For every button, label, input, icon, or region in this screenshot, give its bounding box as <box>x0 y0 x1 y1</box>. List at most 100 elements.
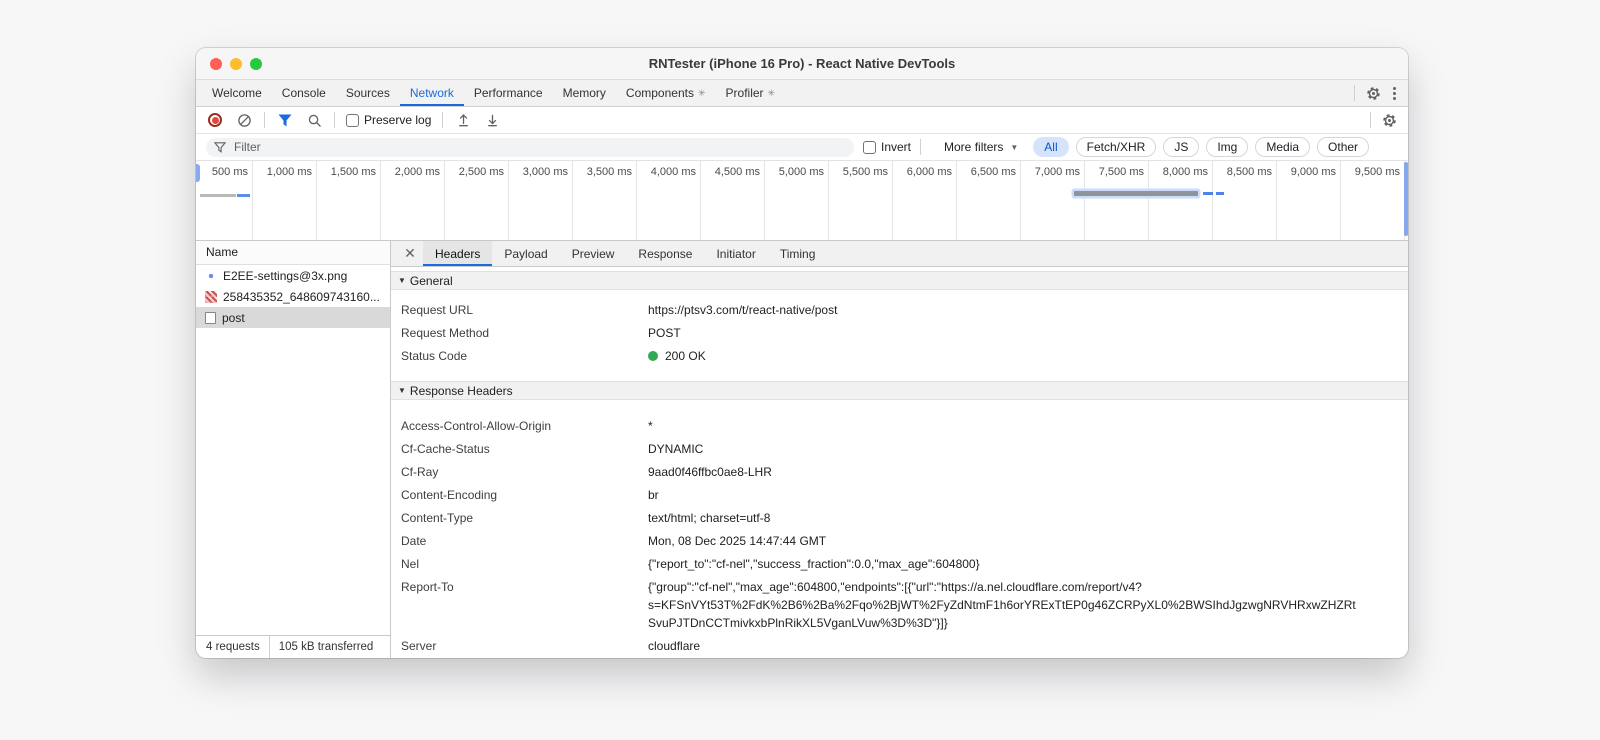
more-filters-dropdown[interactable]: More filters ▼ <box>944 140 1018 154</box>
header-row: Cf-Ray 9aad0f46ffbc0ae8-LHR <box>401 464 772 479</box>
request-type-icon <box>205 270 217 282</box>
filter-chip[interactable]: Other <box>1317 137 1370 157</box>
overview-selected-request-bar <box>1074 191 1198 196</box>
timeline-scrollbar[interactable] <box>1404 162 1408 236</box>
name-column-header[interactable]: Name <box>196 241 390 265</box>
timeline-tick-label: 2,500 ms <box>445 161 509 240</box>
timeline-tick-label: 6,000 ms <box>893 161 957 240</box>
devtools-tab[interactable]: Memory <box>553 80 616 106</box>
header-row: Status Code 200 OK <box>401 348 706 363</box>
clear-network-log-button[interactable] <box>235 111 253 129</box>
devtools-tab[interactable]: Console <box>272 80 336 106</box>
timeline-tick-label: 9,000 ms <box>1277 161 1341 240</box>
network-settings-gear-icon[interactable] <box>1380 111 1398 129</box>
record-network-log-button[interactable] <box>206 111 224 129</box>
timeline-tick-label: 1,000 ms <box>253 161 317 240</box>
preserve-log-checkbox[interactable] <box>346 113 359 127</box>
overview-left-handle[interactable] <box>196 164 200 182</box>
details-tab[interactable]: Preview <box>560 241 627 266</box>
details-tab[interactable]: Timing <box>768 241 828 266</box>
request-row[interactable]: post <box>196 307 390 328</box>
export-har-icon[interactable] <box>454 111 472 129</box>
timeline-tick-label: 5,500 ms <box>829 161 893 240</box>
filter-chip[interactable]: All <box>1033 137 1069 157</box>
request-type-icon <box>205 290 217 303</box>
status-ok-dot <box>648 350 658 361</box>
devtools-tab[interactable]: Network <box>400 80 464 106</box>
timeline-tick-label: 4,500 ms <box>701 161 765 240</box>
preserve-log-label: Preserve log <box>364 113 432 127</box>
details-tab[interactable]: Response <box>626 241 704 266</box>
request-row[interactable]: 258435352_648609743160... <box>196 286 390 307</box>
header-row: Request URL https://ptsv3.com/t/react-na… <box>401 302 838 317</box>
general-section-header[interactable]: ▼ General <box>391 271 1408 290</box>
more-options-kebab-icon[interactable] <box>1391 86 1398 100</box>
requests-panel: Name E2EE-settings@3x.png 258435352_6486… <box>196 241 391 658</box>
tab-badge-icon: ✳ <box>767 87 776 98</box>
header-row: Report-To {"group":"cf-nel","max_age":60… <box>401 579 1356 630</box>
timeline-tick-label: 3,500 ms <box>573 161 637 240</box>
divider <box>334 112 335 128</box>
filter-chip[interactable]: Fetch/XHR <box>1075 137 1157 157</box>
overview-activity-bar <box>200 194 236 197</box>
filter-input-pill[interactable] <box>206 137 854 157</box>
devtools-tab[interactable]: Profiler ✳ <box>716 80 786 106</box>
timeline-tick-label: 6,500 ms <box>957 161 1021 240</box>
devtools-tab[interactable]: Welcome <box>202 80 272 106</box>
traffic-lights <box>210 57 262 70</box>
response-headers-section-header[interactable]: ▼ Response Headers <box>391 381 1408 400</box>
request-row[interactable]: E2EE-settings@3x.png <box>196 265 390 286</box>
search-icon[interactable] <box>305 111 323 129</box>
header-row: Cf-Cache-Status DYNAMIC <box>401 441 704 456</box>
divider <box>442 112 444 128</box>
network-overview-timeline[interactable]: 500 ms 1,000 ms 1,500 ms 2,000 ms 2,500 … <box>196 161 1408 241</box>
filter-chip[interactable]: Img <box>1206 137 1249 157</box>
close-window-button[interactable] <box>210 57 222 70</box>
timeline-tick-label: 500 ms <box>196 161 253 240</box>
minimize-window-button[interactable] <box>230 57 242 70</box>
overview-activity-dash <box>1203 192 1213 195</box>
header-row: Content-Encoding br <box>401 487 659 502</box>
timeline-tick-label: 4,000 ms <box>637 161 701 240</box>
invert-checkbox[interactable] <box>863 140 876 154</box>
header-row: Nel {"report_to":"cf-nel","success_fract… <box>401 556 980 571</box>
header-row: Content-Type text/html; charset=utf-8 <box>401 510 771 525</box>
import-har-icon[interactable] <box>483 111 501 129</box>
timeline-tick-label: 5,000 ms <box>765 161 829 240</box>
timeline-tick-label: 9,500 ms <box>1341 161 1405 240</box>
close-details-icon[interactable]: ✕ <box>397 241 423 266</box>
divider <box>1370 112 1371 128</box>
network-filter-row: Invert More filters ▼ All Fetch/XHR <box>196 134 1408 161</box>
divider <box>920 139 922 155</box>
devtools-tab[interactable]: Performance <box>464 80 553 106</box>
timeline-tick-label: 2,000 ms <box>381 161 445 240</box>
divider <box>264 112 265 128</box>
details-tab[interactable]: Payload <box>492 241 559 266</box>
network-toolbar: Preserve log <box>196 107 1408 134</box>
filter-input[interactable] <box>232 139 846 155</box>
triangle-down-icon: ▼ <box>398 276 406 285</box>
devtools-tab[interactable]: Sources <box>336 80 400 106</box>
requests-status-bar: 4 requests 105 kB transferred <box>196 635 390 658</box>
devtools-tab[interactable]: Components ✳ <box>616 80 716 106</box>
zoom-window-button[interactable] <box>250 57 262 70</box>
settings-gear-icon[interactable] <box>1364 84 1382 102</box>
window-title: RNTester (iPhone 16 Pro) - React Native … <box>648 56 956 71</box>
header-row: Access-Control-Allow-Origin * <box>401 418 653 433</box>
timeline-tick-label: 7,000 ms <box>1021 161 1085 240</box>
details-tab[interactable]: Initiator <box>704 241 767 266</box>
details-tab[interactable]: Headers <box>423 241 493 266</box>
overview-activity-bar <box>237 194 250 197</box>
headers-content: ▼ General Request URL https://ptsv3.com/… <box>391 267 1408 658</box>
filter-chip[interactable]: Media <box>1255 137 1311 157</box>
filter-funnel-icon[interactable] <box>276 111 294 129</box>
header-row: Date Mon, 08 Dec 2025 14:47:44 GMT <box>401 533 827 548</box>
timeline-tick-label: 1,500 ms <box>317 161 381 240</box>
devtools-tab-bar: Welcome Console Sources Network Performa… <box>196 80 1408 107</box>
timeline-tick-label: 8,000 ms <box>1149 161 1213 240</box>
tab-badge-icon: ✳ <box>697 87 706 98</box>
header-row: Request Method POST <box>401 325 681 340</box>
divider <box>268 636 270 658</box>
filter-chip[interactable]: JS <box>1163 137 1200 157</box>
request-details-panel: ✕ Headers Payload Preview Response Initi… <box>391 241 1408 658</box>
